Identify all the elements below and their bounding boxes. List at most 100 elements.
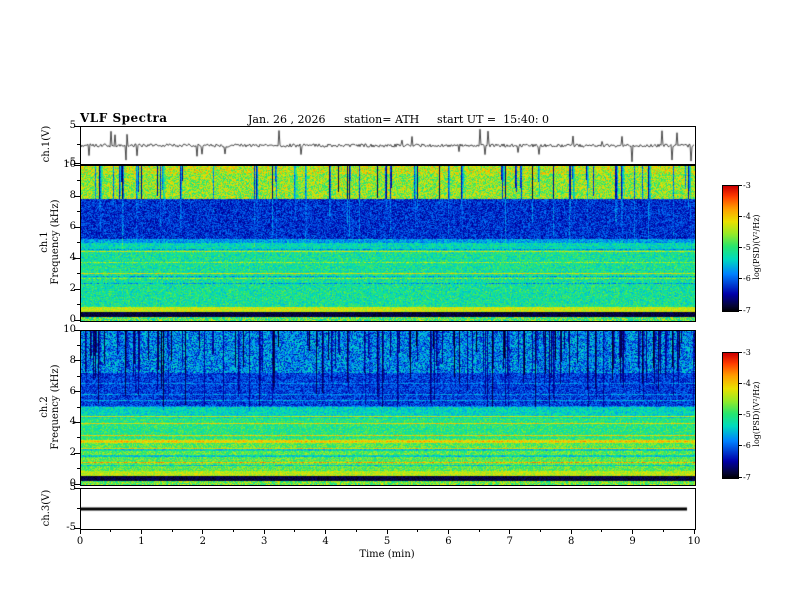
y-minor-tick-mark [77,468,80,470]
ch1-spectrogram-panel [80,165,696,322]
ch2-spectrogram-canvas [81,331,695,485]
colorbar-tick-mark [739,414,742,415]
time-axis-label: Time (min) [359,549,415,560]
x-minor-tick-mark [662,530,664,532]
y-tick-label: 10 [63,324,76,335]
colorbar-tick-mark [739,215,742,217]
x-tick-mark [570,530,572,534]
ch1-frequency-axis-label-line1: ch.1 [39,231,50,253]
ch3-waveform-panel [80,488,696,530]
colorbar-tick-mark [739,309,742,311]
x-tick-label: 10 [687,536,701,547]
y-tick-label: 2 [69,283,76,294]
y-minor-tick-mark [77,437,80,439]
x-minor-tick-mark [601,530,603,532]
y-minor-tick-mark [77,242,80,243]
colorbar-tick-mark [739,247,742,248]
y-minor-tick-mark [77,211,80,212]
colorbar-tick-label: -4 [743,211,751,221]
ch2-colorbar-label: log(PSD)(V²/Hz) [752,381,761,447]
y-tick-label: 8 [69,190,76,201]
figure-title: VLF Spectra [80,111,168,125]
x-minor-tick-mark [171,530,173,532]
x-minor-tick-mark [355,530,357,532]
y-tick-label: 4 [69,416,76,428]
ch3-waveform-canvas [81,489,695,529]
x-minor-tick-mark [478,530,480,532]
colorbar-tick-label: -3 [743,180,751,190]
y-minor-tick-mark [77,375,80,377]
start-ut-label: start UT = 15:40: 0 [437,113,550,126]
x-tick-label: 6 [445,536,452,547]
y-tick-label: -5 [66,522,76,533]
x-tick-label: 3 [261,536,268,547]
colorbar-tick-label: -6 [743,441,751,451]
colorbar-tick-label: -4 [743,378,751,388]
y-tick-label: 4 [69,252,76,263]
x-tick-mark [509,530,511,534]
ch2-frequency-axis-label-line1: ch.2 [39,396,50,418]
ch1-spectrogram-canvas [81,166,695,321]
y-minor-tick-mark [77,180,80,181]
x-tick-mark [202,530,204,534]
ch1-colorbar-canvas [723,186,738,311]
y-minor-tick-mark [77,144,80,145]
colorbar-tick-mark [739,476,742,478]
x-tick-mark [325,530,327,534]
colorbar-tick-label: -6 [743,274,751,284]
ch2-frequency-axis-label-line2: Frequency (kHz) [50,364,61,450]
y-tick-label: 8 [69,354,76,366]
y-tick-label: 6 [69,221,76,232]
ch2-colorbar [722,352,739,479]
colorbar-tick-label: -7 [743,305,751,315]
colorbar-tick-label: -3 [743,347,751,357]
colorbar-tick-mark [739,445,742,447]
x-minor-tick-mark [110,530,112,532]
y-minor-tick-mark [77,507,80,509]
x-tick-mark [79,530,81,534]
ch2-spectrogram-panel [80,330,696,486]
y-tick-label: 6 [69,385,76,397]
y-minor-tick-mark [77,304,80,305]
y-minor-tick-mark [77,406,80,408]
ch1-waveform-canvas [81,127,695,164]
colorbar-tick-mark [739,351,742,353]
station-label: station= ATH [344,113,420,126]
ch1-waveform-panel [80,126,696,165]
date-label: Jan. 26 , 2026 [248,113,326,126]
colorbar-tick-mark [739,184,742,186]
x-tick-label: 4 [322,536,329,547]
y-tick-label: 5 [69,120,76,131]
x-tick-label: 9 [629,536,636,547]
vlf-spectra-figure: VLF Spectra Jan. 26 , 2026 station= ATH … [0,0,792,612]
x-tick-mark [693,530,695,534]
x-tick-label: 7 [506,536,513,547]
x-tick-label: 5 [383,536,391,547]
x-tick-label: 8 [568,536,575,547]
x-tick-label: 1 [138,536,145,547]
x-minor-tick-mark [294,530,296,532]
x-tick-mark [263,530,265,534]
colorbar-tick-label: -5 [743,410,751,419]
ch2-frequency-axis-label: ch.2 Frequency (kHz) [39,357,61,457]
colorbar-tick-label: -5 [743,243,751,252]
y-minor-tick-mark [77,273,80,274]
y-tick-label: 5 [69,482,76,493]
x-tick-label: 2 [199,536,206,547]
x-tick-mark [386,530,388,534]
x-tick-mark [632,530,634,534]
y-tick-label: 2 [69,447,76,459]
x-tick-mark [447,530,449,534]
colorbar-tick-mark [739,278,742,280]
y-minor-tick-mark [77,344,80,346]
ch1-frequency-axis-label-line2: Frequency (kHz) [50,199,61,285]
colorbar-tick-mark [739,382,742,384]
ch1-colorbar-label: log(PSD)(V²/Hz) [752,214,761,280]
ch1-colorbar [722,185,739,312]
colorbar-tick-label: -7 [743,472,751,482]
ch1-frequency-axis-label: ch.1 Frequency (kHz) [39,192,61,292]
x-tick-mark [140,530,142,534]
x-minor-tick-mark [540,530,541,532]
ch2-colorbar-canvas [723,353,738,478]
x-tick-label: 0 [76,536,84,547]
